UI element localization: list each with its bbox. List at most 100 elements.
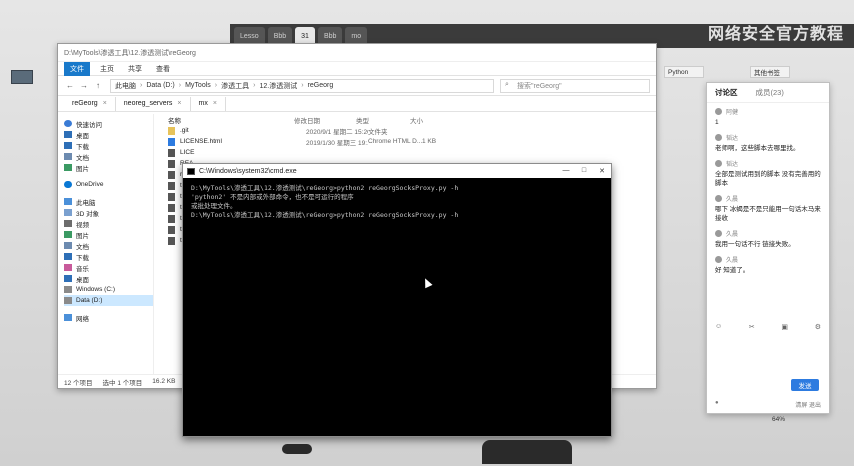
file-name: LICENSE.html [180, 138, 222, 145]
close-icon[interactable]: × [103, 100, 107, 107]
cmd-title: C:\Windows\system32\cmd.exe [199, 167, 297, 175]
nav-pictures-pc[interactable]: 图片 [64, 229, 153, 240]
star-icon [64, 120, 72, 127]
breadcrumb-item[interactable]: Data (D:) [146, 82, 174, 89]
file-row[interactable]: LICENSE.html 2019/1/30 星期三 19:... Chrome H… [154, 136, 656, 147]
search-placeholder: 搜索"reGeorg" [517, 82, 562, 90]
bookmark-other[interactable]: 其他书签 [750, 66, 790, 78]
address-bar[interactable]: 此电脑 › Data (D:) › MyTools › 渗透工具 › 12.渗透测试 › … [110, 78, 494, 93]
explorer-tab[interactable]: neoreg_servers × [116, 96, 191, 111]
nav-drive-d[interactable]: Data (D:) [64, 295, 153, 306]
column-header-row: 名称 修改日期 类型 大小 [154, 114, 656, 125]
column-header-size[interactable]: 大小 [410, 115, 450, 125]
settings-icon[interactable]: ⚙ [815, 323, 821, 331]
file-row[interactable]: .git 2020/9/1 星期二 15:20 文件夹 [154, 125, 656, 136]
ribbon-tab-view[interactable]: 查看 [156, 64, 170, 74]
html-file-icon [168, 137, 175, 146]
nav-label: 文档 [76, 243, 89, 251]
file-icon [168, 236, 175, 245]
scissors-icon[interactable]: ✂ [749, 323, 755, 331]
nav-documents[interactable]: 文档 [64, 151, 153, 162]
nav-desktop[interactable]: 桌面 [64, 129, 153, 140]
message-text: 全部是测试用到的脚本 没有完善用的脚本 [715, 171, 821, 187]
nav-drive-c[interactable]: Windows (C:) [64, 284, 153, 295]
nav-videos[interactable]: 视频 [64, 218, 153, 229]
ribbon-tab-share[interactable]: 共享 [128, 64, 142, 74]
nav-quick-access[interactable]: 快速访问 [64, 118, 153, 129]
close-icon[interactable]: ✕ [593, 167, 611, 175]
cube-icon [64, 209, 72, 216]
mic-icon[interactable]: ● [715, 400, 719, 409]
file-icon [168, 148, 175, 157]
breadcrumb-item[interactable]: 12.渗透测试 [259, 81, 297, 91]
file-type: 文件夹 [368, 128, 388, 136]
nav-network[interactable]: 网络 [64, 312, 153, 323]
breadcrumb-item[interactable]: 此电脑 [115, 81, 136, 91]
folder-icon [168, 126, 175, 135]
explorer-tab[interactable]: mx × [191, 96, 226, 111]
ribbon-tab-home[interactable]: 主页 [100, 64, 114, 74]
nav-downloads[interactable]: 下载 [64, 140, 153, 151]
nav-desktop-pc[interactable]: 桌面 [64, 273, 153, 284]
nav-pictures[interactable]: 图片 [64, 162, 153, 173]
forward-arrow-icon[interactable]: → [78, 81, 90, 90]
explorer-title: D:\MyTools\渗透工具\12.渗透测试\reGeorg [58, 44, 656, 62]
close-icon[interactable]: × [177, 100, 181, 107]
column-header-date[interactable]: 修改日期 [294, 115, 356, 125]
search-icon: ⌕ [505, 80, 509, 88]
explorer-tab-label: mx [198, 100, 208, 107]
up-arrow-icon[interactable]: ↑ [92, 81, 104, 90]
search-input[interactable]: ⌕ 搜索"reGeorg" [500, 78, 650, 93]
close-icon[interactable]: × [213, 100, 217, 107]
message-user: 久晨 [726, 197, 739, 203]
back-arrow-icon[interactable]: ← [64, 81, 76, 90]
explorer-tab[interactable]: reGeorg × [64, 96, 116, 111]
nav-this-pc[interactable]: 此电脑 [64, 196, 153, 207]
send-button[interactable]: 发送 [791, 379, 819, 391]
cmd-window[interactable]: C:\Windows\system32\cmd.exe — □ ✕ D:\MyT… [182, 163, 612, 437]
ribbon-tab-file[interactable]: 文件 [64, 61, 90, 76]
cmd-output[interactable]: D:\MyTools\渗透工具\12.渗透测试\reGeorg>python2 … [183, 178, 611, 226]
file-icon [168, 225, 175, 234]
breadcrumb-item[interactable]: MyTools [185, 82, 211, 89]
nav-label: 桌面 [76, 276, 89, 284]
file-name: LICE [180, 149, 195, 156]
file-icon [168, 181, 175, 190]
nav-music[interactable]: 音乐 [64, 262, 153, 273]
message-text: 我用一句话不行 链接失败。 [715, 241, 795, 248]
nav-onedrive[interactable]: OneDrive [64, 179, 153, 190]
footer-actions[interactable]: 清屏 退出 [795, 400, 821, 409]
message-user: 久晨 [726, 258, 739, 264]
explorer-tab-label: neoreg_servers [123, 100, 173, 107]
column-header-type[interactable]: 类型 [356, 115, 410, 125]
message-text: 好 知道了。 [715, 267, 750, 274]
chat-message: 久晨好 知道了。 [715, 255, 821, 275]
cmd-title-bar: C:\Windows\system32\cmd.exe — □ ✕ [183, 164, 611, 178]
bookmark-python[interactable]: Python [664, 66, 704, 78]
cmd-line: 或批处理文件。 [191, 202, 237, 210]
nav-label: 此电脑 [76, 199, 96, 207]
emoji-icon[interactable]: ☺ [715, 323, 722, 331]
breadcrumb-item[interactable]: reGeorg [308, 82, 334, 89]
terminal-icon [187, 167, 195, 175]
nav-label: 视频 [76, 221, 89, 229]
message-user: 韬达 [726, 162, 739, 168]
desktop-icon [64, 131, 72, 138]
nav-3d-objects[interactable]: 3D 对象 [64, 207, 153, 218]
column-header-name[interactable]: 名称 [168, 115, 294, 125]
maximize-icon[interactable]: □ [575, 167, 593, 175]
desktop-icon[interactable] [4, 70, 40, 110]
image-icon[interactable]: ▣ [781, 323, 788, 331]
nav-downloads-pc[interactable]: 下载 [64, 251, 153, 262]
file-row[interactable]: LICE [154, 147, 656, 158]
nav-label: 下载 [76, 254, 89, 262]
minimize-icon[interactable]: — [557, 167, 575, 175]
picture-icon [64, 231, 72, 238]
tab-members[interactable]: 成员(23) [756, 87, 784, 98]
computer-icon [64, 198, 72, 205]
breadcrumb-item[interactable]: 渗透工具 [221, 81, 249, 91]
tab-discussion[interactable]: 讨论区 [715, 87, 738, 98]
background-figure [282, 436, 572, 466]
file-size: 1 KB [422, 138, 437, 145]
nav-documents-pc[interactable]: 文档 [64, 240, 153, 251]
